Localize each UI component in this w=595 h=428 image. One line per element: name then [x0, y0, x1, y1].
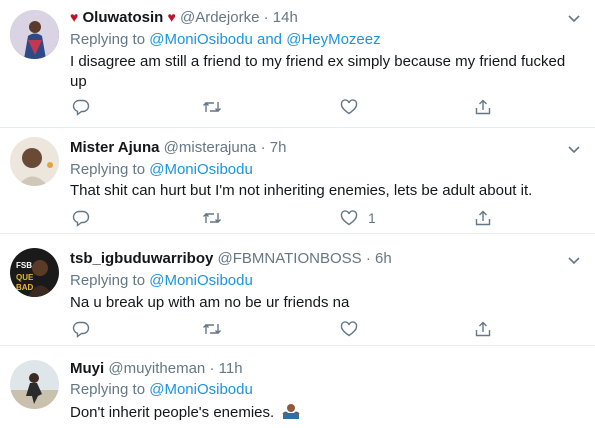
tweet-text-body: Don't inherit people's enemies.	[70, 404, 275, 421]
timestamp[interactable]: 11h	[219, 360, 243, 377]
share-button[interactable]	[474, 97, 492, 117]
heart-emoji-icon: ♥	[167, 9, 176, 25]
tweet-text: I disagree am still a friend to my frien…	[70, 53, 566, 90]
like-button[interactable]	[340, 319, 358, 339]
avatar-image	[10, 10, 59, 59]
tweet-header: Muyi @muyitheman · 11h	[70, 359, 243, 379]
tweet-actions	[70, 319, 510, 339]
shrug-emoji-icon	[282, 404, 300, 419]
avatar-image: FSB QUE BAD	[10, 248, 59, 297]
avatar[interactable]	[10, 10, 59, 59]
replying-to-label: Replying to	[70, 381, 146, 398]
share-icon	[475, 99, 491, 115]
reply-button[interactable]	[72, 319, 90, 339]
tweet-actions	[70, 97, 510, 117]
like-button[interactable]: 1	[340, 208, 376, 228]
tweet-text: Don't inherit people's enemies.	[70, 402, 570, 423]
separator: ·	[260, 139, 266, 156]
replying-to: Replying to @MoniOsibodu	[70, 380, 253, 400]
svg-text:QUE: QUE	[16, 273, 34, 282]
reply-button[interactable]	[72, 208, 90, 228]
svg-text:FSB: FSB	[16, 261, 32, 270]
replying-to: Replying to @MoniOsibodu	[70, 160, 253, 180]
timestamp[interactable]: 6h	[375, 250, 392, 267]
user-handle[interactable]: @Ardejorke	[180, 9, 259, 26]
tweet-item[interactable]: Muyi @muyitheman · 11h Replying to @Moni…	[0, 347, 595, 428]
tweet-item[interactable]: Mister Ajuna @misterajuna · 7h Replying …	[0, 129, 595, 234]
tweet-text: That shit can hurt but I'm not inheritin…	[70, 182, 533, 199]
replying-to-label: Replying to	[70, 31, 146, 48]
reply-button[interactable]	[72, 97, 90, 117]
share-icon	[475, 210, 491, 226]
retweet-button[interactable]	[202, 97, 222, 117]
separator: ·	[209, 360, 215, 377]
retweet-icon	[203, 213, 221, 223]
like-button[interactable]	[340, 97, 358, 117]
svg-text:BAD: BAD	[16, 283, 34, 292]
user-handle[interactable]: @misterajuna	[164, 139, 257, 156]
reply-icon	[72, 210, 90, 227]
retweet-button[interactable]	[202, 319, 222, 339]
tweet-header: tsb_igbuduwarriboy @FBMNATIONBOSS · 6h	[70, 249, 392, 269]
chevron-down-icon[interactable]	[567, 142, 581, 156]
display-name[interactable]: Oluwatosin	[82, 9, 163, 26]
avatar[interactable]	[10, 137, 59, 186]
tweet-text: Na u break up with am no be ur friends n…	[70, 294, 350, 311]
mention-link[interactable]: @MoniOsibodu and @HeyMozeez	[149, 31, 380, 48]
share-button[interactable]	[474, 319, 492, 339]
like-count: 1	[368, 210, 376, 226]
retweet-icon	[203, 102, 221, 112]
replying-to-label: Replying to	[70, 272, 146, 289]
mention-link[interactable]: @MoniOsibodu	[149, 381, 253, 398]
tweet-item[interactable]: FSB QUE BAD tsb_igbuduwarriboy @FBMNATIO…	[0, 235, 595, 346]
avatar-image	[10, 360, 59, 409]
timestamp[interactable]: 7h	[270, 139, 287, 156]
display-name[interactable]: Muyi	[70, 360, 104, 377]
share-button[interactable]	[474, 208, 492, 228]
heart-icon	[340, 210, 358, 226]
retweet-button[interactable]	[202, 208, 222, 228]
tweet-header: ♥ Oluwatosin ♥ @Ardejorke · 14h	[70, 7, 298, 28]
chevron-down-icon[interactable]	[567, 253, 581, 267]
replying-to: Replying to @MoniOsibodu and @HeyMozeez	[70, 30, 381, 50]
avatar[interactable]	[10, 360, 59, 409]
separator: ·	[263, 9, 269, 26]
tweet-actions: 1	[70, 208, 510, 228]
reply-icon	[72, 321, 90, 338]
display-name[interactable]: Mister Ajuna	[70, 139, 159, 156]
replying-to: Replying to @MoniOsibodu	[70, 271, 253, 291]
retweet-icon	[203, 324, 221, 334]
user-handle[interactable]: @FBMNATIONBOSS	[218, 250, 362, 267]
user-handle[interactable]: @muyitheman	[108, 360, 205, 377]
tweet-item[interactable]: ♥ Oluwatosin ♥ @Ardejorke · 14h Replying…	[0, 0, 595, 128]
mention-link[interactable]: @MoniOsibodu	[149, 272, 253, 289]
chevron-down-icon[interactable]	[567, 11, 581, 25]
reply-icon	[72, 99, 90, 116]
heart-icon	[340, 99, 358, 115]
display-name[interactable]: tsb_igbuduwarriboy	[70, 250, 213, 267]
replying-to-label: Replying to	[70, 161, 146, 178]
avatar-image	[10, 137, 59, 186]
mention-link[interactable]: @MoniOsibodu	[149, 161, 253, 178]
heart-icon	[340, 321, 358, 337]
avatar[interactable]: FSB QUE BAD	[10, 248, 59, 297]
tweet-header: Mister Ajuna @misterajuna · 7h	[70, 138, 286, 158]
separator: ·	[365, 250, 371, 267]
timestamp[interactable]: 14h	[273, 9, 298, 26]
share-icon	[475, 321, 491, 337]
heart-emoji-icon: ♥	[70, 9, 79, 25]
